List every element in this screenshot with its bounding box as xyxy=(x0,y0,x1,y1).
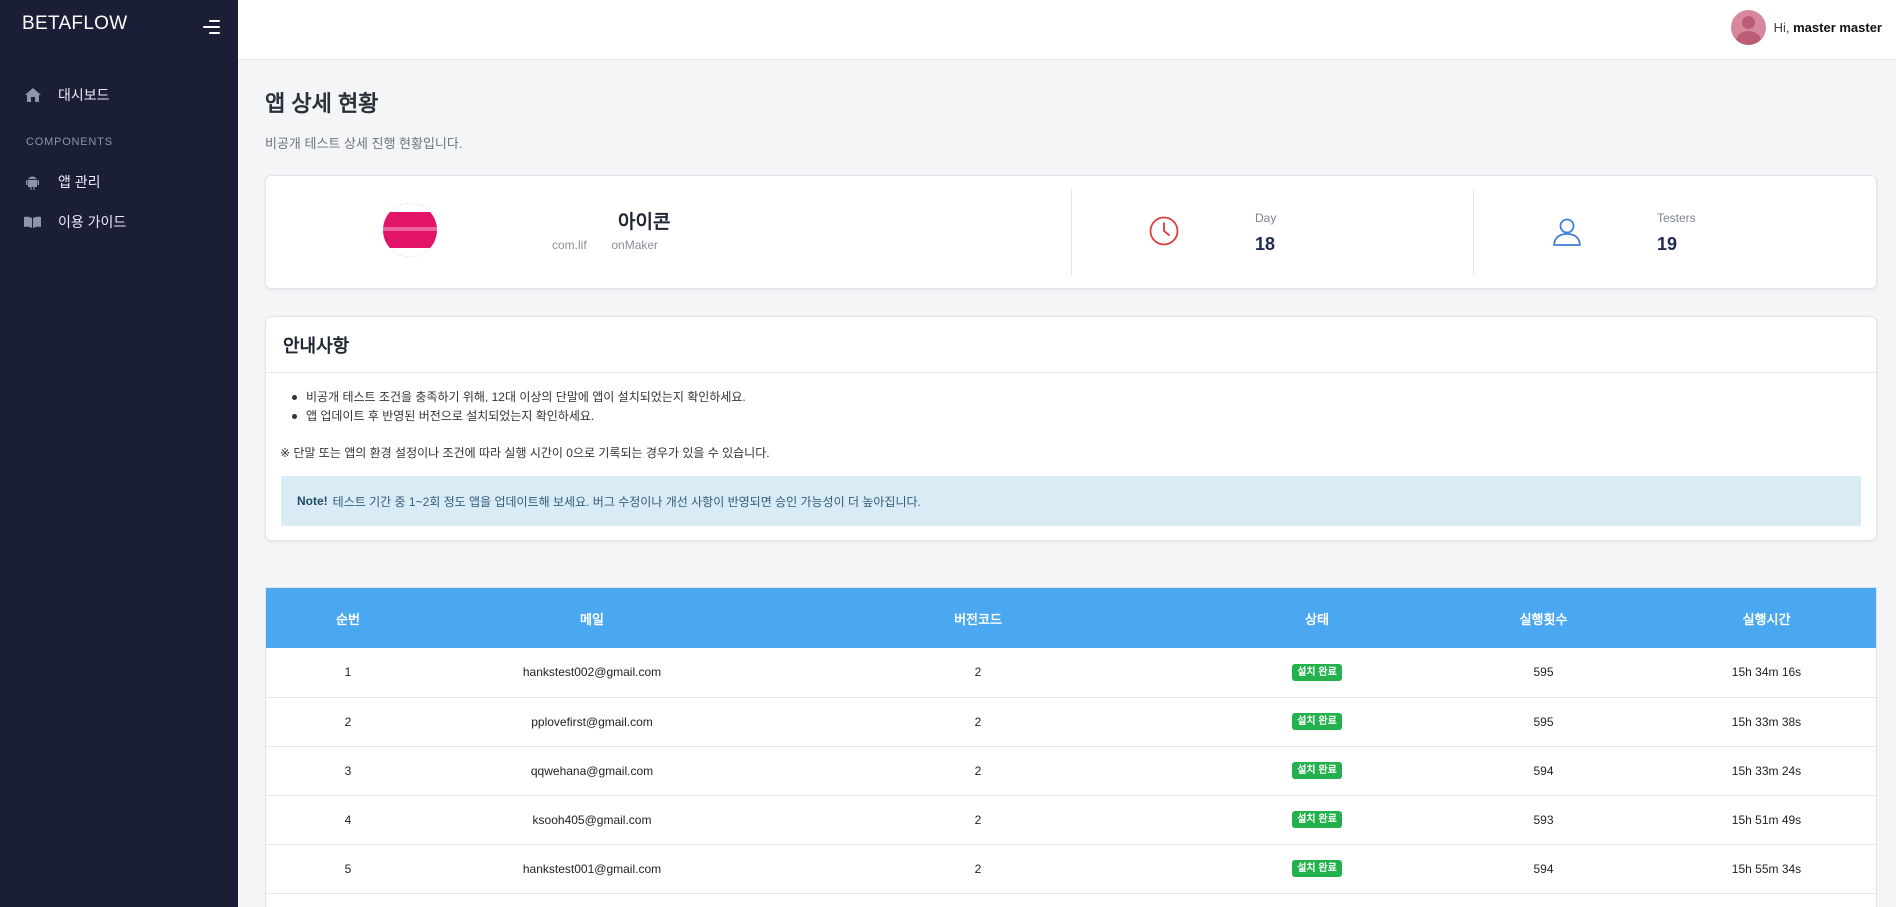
cell-email: hankstest002@gmail.com xyxy=(430,648,754,698)
topbar: Hi, master master xyxy=(238,0,1896,60)
table-row: 2 pplovefirst@gmail.com 2 설치 완료 595 15h … xyxy=(266,697,1876,747)
brand-logo[interactable]: BETAFLOW xyxy=(22,13,128,35)
status-badge: 설치 완료 xyxy=(1292,860,1342,877)
cell-version: 2 xyxy=(754,697,1202,747)
clock-icon xyxy=(1149,216,1179,246)
cell-version: 2 xyxy=(754,795,1202,845)
user-greeting: Hi, master master xyxy=(1774,20,1882,35)
home-icon xyxy=(24,87,41,104)
notice-card: 안내사항 비공개 테스트 조건을 충족하기 위해, 12대 이상의 단말에 앱이… xyxy=(265,316,1877,541)
cell-no: 4 xyxy=(266,795,430,845)
sidebar-item-guide[interactable]: 이용 가이드 xyxy=(0,206,238,238)
cell-email: qqwehana@gmail.com xyxy=(430,746,754,796)
book-icon xyxy=(24,214,41,231)
notice-remark: ※ 단말 또는 앱의 환경 설정이나 조건에 따라 실행 시간이 0으로 기록되… xyxy=(280,446,770,460)
sidebar-item-dashboard[interactable]: 대시보드 xyxy=(0,79,238,111)
cell-version: 2 xyxy=(754,648,1202,698)
cell-run-count: 595 xyxy=(1432,697,1655,747)
status-badge: 설치 완료 xyxy=(1292,762,1342,779)
cell-version: 2 xyxy=(754,844,1202,894)
sidebar-item-label: 앱 관리 xyxy=(58,174,101,190)
table-row: 3 qqwehana@gmail.com 2 설치 완료 594 15h 33m… xyxy=(266,746,1876,796)
column-header-run-count[interactable]: 실행횟수 xyxy=(1432,588,1655,648)
cell-run-time: 15h 33m 38s xyxy=(1655,697,1876,747)
sidebar-item-app-management[interactable]: 앱 관리 xyxy=(0,166,238,198)
note-alert: Note! 테스트 기간 중 1~2회 정도 앱을 업데이트해 보세요. 버그 … xyxy=(281,476,1861,526)
cell-no: 2 xyxy=(266,697,430,747)
cell-status: 설치 완료 xyxy=(1202,795,1432,845)
sidebar: BETAFLOW 대시보드 COMPONENTS 앱 관리 이용 가이드 xyxy=(0,0,238,907)
column-header-run-time[interactable]: 실행시간 xyxy=(1655,588,1876,648)
column-header-version[interactable]: 버전코드 xyxy=(754,588,1202,648)
status-badge: 설치 완료 xyxy=(1292,713,1342,730)
cell-status: 설치 완료 xyxy=(1202,648,1432,698)
user-icon xyxy=(1553,218,1581,246)
status-badge: 설치 완료 xyxy=(1292,663,1342,681)
sidebar-item-label: 대시보드 xyxy=(58,87,110,103)
cell-version: 2 xyxy=(754,746,1202,796)
table-row: 4 ksooh405@gmail.com 2 설치 완료 593 15h 51m… xyxy=(266,795,1876,845)
testers-label: Testers xyxy=(1657,211,1696,225)
user-menu[interactable]: Hi, master master xyxy=(1730,10,1882,45)
cell-run-time: 15h 55m 34s xyxy=(1655,844,1876,894)
column-header-email[interactable]: 메일 xyxy=(430,588,754,648)
app-package: com.lif onMaker xyxy=(552,238,658,252)
cell-run-count: 593 xyxy=(1432,795,1655,845)
cell-no: 1 xyxy=(266,648,430,698)
sidebar-item-label: 이용 가이드 xyxy=(58,214,127,230)
notice-bullet: 비공개 테스트 조건을 충족하기 위해, 12대 이상의 단말에 앱이 설치되었… xyxy=(290,388,746,407)
menu-toggle-icon[interactable] xyxy=(203,19,220,35)
divider xyxy=(1071,189,1072,276)
table-header-row: 순번 메일 버전코드 상태 실행횟수 실행시간 xyxy=(266,588,1876,648)
notice-title: 안내사항 xyxy=(283,336,350,356)
cell-status: 설치 완료 xyxy=(1202,844,1432,894)
table-row: 1 hankstest002@gmail.com 2 설치 완료 595 15h… xyxy=(266,648,1876,698)
user-name: master master xyxy=(1793,20,1882,35)
testers-value: 19 xyxy=(1657,234,1678,254)
cell-email: hankstest001@gmail.com xyxy=(430,844,754,894)
redacted-text xyxy=(552,212,614,233)
avatar[interactable] xyxy=(1730,10,1766,45)
divider xyxy=(266,372,1876,373)
app-logo xyxy=(383,203,437,257)
note-text: 테스트 기간 중 1~2회 정도 앱을 업데이트해 보세요. 버그 수정이나 개… xyxy=(332,494,921,509)
app-summary-card: 아이콘 com.lif onMaker Day 18 Testers 19 xyxy=(265,175,1877,289)
cell-no: 5 xyxy=(266,844,430,894)
android-icon xyxy=(24,174,41,191)
notice-bullet: 앱 업데이트 후 반영된 버전으로 설치되었는지 확인하세요. xyxy=(290,407,746,426)
notice-list: 비공개 테스트 조건을 충족하기 위해, 12대 이상의 단말에 앱이 설치되었… xyxy=(290,388,746,426)
testers-table: 순번 메일 버전코드 상태 실행횟수 실행시간 1 hankstest002@g… xyxy=(265,587,1877,907)
cell-no: 3 xyxy=(266,746,430,796)
sidebar-section-label: COMPONENTS xyxy=(26,136,113,148)
divider xyxy=(1473,189,1474,276)
cell-run-count: 595 xyxy=(1432,648,1655,698)
day-value: 18 xyxy=(1255,234,1276,254)
cell-run-count: 594 xyxy=(1432,844,1655,894)
app-package-prefix: com.lif xyxy=(552,238,587,252)
app-package-suffix: onMaker xyxy=(611,238,659,252)
app-name-text: 아이콘 xyxy=(618,212,671,233)
note-label: Note! xyxy=(297,494,328,508)
page-title: 앱 상세 현황 xyxy=(265,91,379,116)
cell-run-count: 594 xyxy=(1432,746,1655,796)
cell-run-time: 15h 33m 24s xyxy=(1655,746,1876,796)
day-label: Day xyxy=(1255,211,1277,225)
table-row: 5 hankstest001@gmail.com 2 설치 완료 594 15h… xyxy=(266,844,1876,894)
column-header-no[interactable]: 순번 xyxy=(266,588,430,648)
cell-status: 설치 완료 xyxy=(1202,746,1432,796)
greeting-text: Hi, xyxy=(1773,20,1790,35)
app-name: 아이콘 xyxy=(552,207,670,234)
cell-run-time: 15h 51m 49s xyxy=(1655,795,1876,845)
column-header-status[interactable]: 상태 xyxy=(1202,588,1432,648)
cell-status: 설치 완료 xyxy=(1202,697,1432,747)
status-badge: 설치 완료 xyxy=(1292,811,1342,828)
cell-email: ksooh405@gmail.com xyxy=(430,795,754,845)
page-subtitle: 비공개 테스트 상세 진행 현황입니다. xyxy=(265,136,463,151)
cell-run-time: 15h 34m 16s xyxy=(1655,648,1876,698)
cell-email: pplovefirst@gmail.com xyxy=(430,697,754,747)
